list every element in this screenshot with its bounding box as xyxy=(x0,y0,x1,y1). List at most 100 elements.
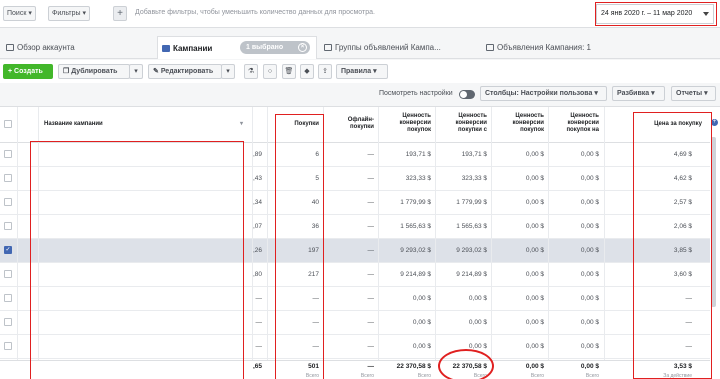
cell-value-purchase-3: 0,00 $ xyxy=(525,247,544,254)
column-header-value-purchase-4[interactable]: Ценность конверсии покупок на xyxy=(555,113,599,134)
cell-value-purchase-c: 1 565,63 $ xyxy=(456,223,487,230)
cell-value-purchase-3: 0,00 $ xyxy=(525,175,544,182)
row-checkbox[interactable]: ✓ xyxy=(4,246,12,254)
tab-ads[interactable]: Объявления Кампания: 1 xyxy=(482,36,632,59)
cell-value-purchase-4: 0,00 $ xyxy=(580,271,599,278)
header-line: конверсии xyxy=(512,120,544,126)
cell-offline: — xyxy=(367,343,375,350)
overview-icon xyxy=(6,44,14,51)
total-value-purchase-c-sub: Всего xyxy=(473,373,487,379)
cell-offline: — xyxy=(367,151,375,158)
cell-purchases: 5 xyxy=(315,175,319,182)
cell-cut-value: ,43 xyxy=(252,175,262,182)
total-value-purchase-4-sub: Всего xyxy=(585,373,599,379)
cell-purchases: 217 xyxy=(308,271,319,278)
reports-dropdown[interactable]: Отчеты ▾ xyxy=(671,86,716,101)
trash-icon: 🗑 xyxy=(284,68,294,75)
cell-offline: — xyxy=(367,199,375,206)
column-header-value-purchase-3[interactable]: Ценность конверсии покупок xyxy=(500,113,544,134)
clear-selection-icon[interactable]: × xyxy=(298,43,307,52)
cell-value-purchase-3: 0,00 $ xyxy=(525,271,544,278)
row-checkbox[interactable] xyxy=(4,150,12,158)
total-value-purchase-sub: Всего xyxy=(417,373,431,379)
cell-purchases: — xyxy=(312,343,320,350)
header-line: конверсии xyxy=(567,120,599,126)
tab-account-overview[interactable]: Обзор аккаунта xyxy=(2,36,154,59)
total-value-purchase-c: 22 370,58 $ xyxy=(452,363,487,370)
column-header-name[interactable]: Название кампании xyxy=(44,121,103,128)
row-checkbox[interactable] xyxy=(4,342,12,350)
row-checkbox[interactable] xyxy=(4,270,12,278)
ab-test-button[interactable]: ⚗ xyxy=(244,64,258,79)
select-all-checkbox[interactable] xyxy=(4,120,12,128)
add-column-icon[interactable]: + xyxy=(711,119,718,126)
filters-button[interactable]: Фильтры ▾ xyxy=(48,6,91,21)
cell-cut-value: ,80 xyxy=(252,271,262,278)
cell-cut-value: — xyxy=(255,295,263,302)
breakdown-dropdown[interactable]: Разбивка ▾ xyxy=(612,86,665,101)
cell-value-purchase-c: 0,00 $ xyxy=(468,343,487,350)
cell-purchases: 40 xyxy=(311,199,319,206)
row-checkbox[interactable] xyxy=(4,318,12,326)
tag-button[interactable]: ◆ xyxy=(300,64,314,79)
cell-price-per-purchase: 4,62 $ xyxy=(673,175,692,182)
column-header-value-purchase[interactable]: Ценность конверсии покупок xyxy=(385,113,431,134)
cell-value-purchase-3: 0,00 $ xyxy=(525,295,544,302)
search-button[interactable]: Поиск ▾ xyxy=(3,6,36,21)
column-header-offline[interactable]: Офлайн- покупки xyxy=(330,117,374,131)
vertical-scrollbar[interactable] xyxy=(711,137,716,307)
view-settings-toggle[interactable] xyxy=(459,90,475,99)
header-line: конверсии xyxy=(399,120,431,126)
total-cut-value: ,65 xyxy=(252,363,262,370)
column-divider xyxy=(323,107,324,379)
sort-icon[interactable]: ▾ xyxy=(240,121,243,128)
column-header-purchases[interactable]: Покупки xyxy=(289,121,319,128)
export-button[interactable]: ⇪ xyxy=(318,64,332,79)
total-value-purchase-3: 0,00 $ xyxy=(525,363,544,370)
flask-icon: ⚗ xyxy=(247,68,255,75)
cell-value-purchase-c: 9 214,89 $ xyxy=(456,271,487,278)
total-price-per-purchase: 3,53 $ xyxy=(673,363,692,370)
duplicate-dropdown-button[interactable]: ▾ xyxy=(129,64,143,79)
archive-button[interactable]: ○ xyxy=(263,64,277,79)
tab-adsets[interactable]: Группы объявлений Кампа... xyxy=(320,36,472,59)
tag-icon: ◆ xyxy=(304,68,310,75)
columns-dropdown[interactable]: Столбцы: Настройки пользова ▾ xyxy=(480,86,607,101)
duplicate-button[interactable]: ❐ Дублировать xyxy=(58,64,130,79)
header-line: конверсии xyxy=(455,120,487,126)
date-range-picker[interactable]: 24 янв 2020 г. – 11 мар 2020 xyxy=(596,4,714,24)
cell-cut-value: ,26 xyxy=(252,247,262,254)
column-header-value-purchase-c[interactable]: Ценность конверсии покупки с xyxy=(443,113,487,134)
delete-button[interactable]: 🗑 xyxy=(282,64,296,79)
edit-button[interactable]: ✎ Редактировать xyxy=(148,64,222,79)
create-button[interactable]: + Создать xyxy=(3,64,53,79)
column-divider xyxy=(17,107,18,379)
row-checkbox[interactable] xyxy=(4,294,12,302)
row-checkbox[interactable] xyxy=(4,222,12,230)
row-checkbox[interactable] xyxy=(4,198,12,206)
cell-price-per-purchase: — xyxy=(685,319,693,326)
pencil-icon: ✎ xyxy=(153,68,161,75)
column-header-price-per-purchase[interactable]: Цена за покупку xyxy=(640,121,702,128)
chevron-down-icon: ▾ xyxy=(651,90,655,97)
level-tabs: Обзор аккаунта Кампании Группы объявлени… xyxy=(0,36,720,59)
cell-value-purchase-c: 193,71 $ xyxy=(461,151,487,158)
tab-label: Группы объявлений Кампа... xyxy=(335,43,441,52)
header-line: покупки с xyxy=(458,127,487,133)
row-checkbox[interactable] xyxy=(4,174,12,182)
cell-value-purchase-3: 0,00 $ xyxy=(525,319,544,326)
header-line: Ценность xyxy=(402,113,431,119)
rules-button[interactable]: Правила ▾ xyxy=(336,64,388,79)
cell-price-per-purchase: 2,57 $ xyxy=(673,199,692,206)
header-line: Ценность xyxy=(458,113,487,119)
cell-purchases: 197 xyxy=(308,247,319,254)
cell-value-purchase-3: 0,00 $ xyxy=(525,343,544,350)
edit-dropdown-button[interactable]: ▾ xyxy=(221,64,235,79)
cell-value-purchase-3: 0,00 $ xyxy=(525,223,544,230)
cell-purchases: 6 xyxy=(315,151,319,158)
action-toolbar: + Создать ❐ Дублировать ▾ ✎ Редактироват… xyxy=(0,60,720,83)
cell-value-purchase: 323,33 $ xyxy=(405,175,431,182)
view-controls: Посмотреть настройки Столбцы: Настройки … xyxy=(0,86,720,104)
header-line: покупок xyxy=(520,127,544,133)
add-filter-button[interactable]: + xyxy=(113,6,127,21)
